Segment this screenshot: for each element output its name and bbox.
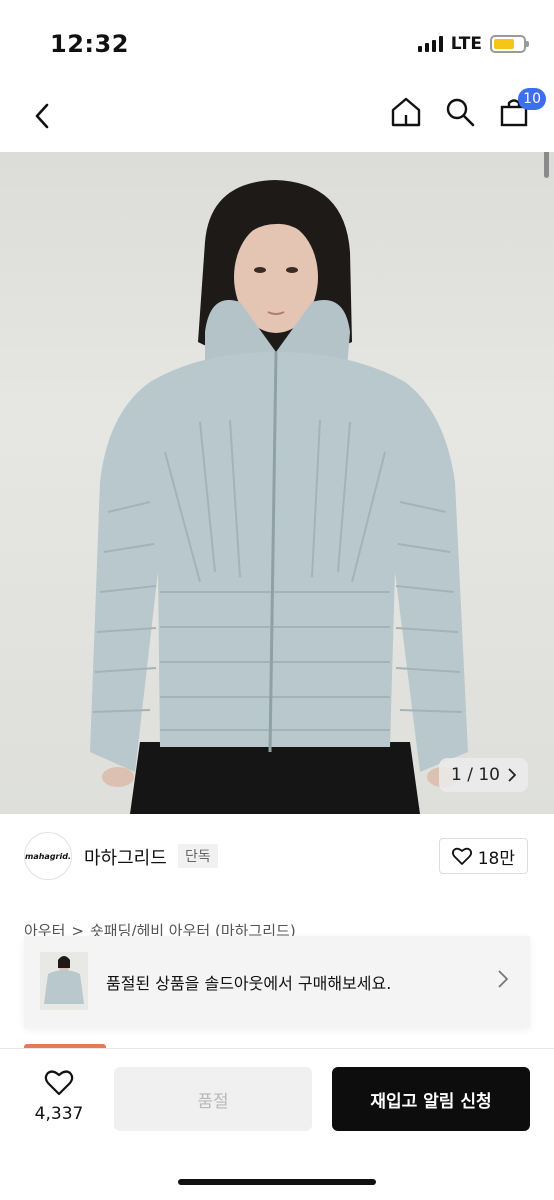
brand-name[interactable]: 마하그리드 <box>84 844 167 870</box>
search-button[interactable] <box>442 92 478 132</box>
product-image-carousel[interactable]: 1 / 10 <box>0 152 554 814</box>
brand-like-count: 18만 <box>477 848 515 869</box>
wishlist-count: 4,337 <box>34 1104 84 1124</box>
restock-alert-button[interactable]: 재입고 알림 신청 <box>332 1067 530 1131</box>
cart-count-badge: 10 <box>518 88 546 110</box>
soldout-banner[interactable]: 품절된 상품을 솔드아웃에서 구매해보세요. <box>24 936 530 1028</box>
home-indicator <box>178 1179 376 1185</box>
status-bar: 12:32 LTE <box>0 0 554 88</box>
wishlist-button[interactable]: 4,337 <box>28 1069 90 1124</box>
brand-row: mahagrid. 마하그리드 단독 18만 <box>0 814 554 902</box>
back-button[interactable] <box>24 96 60 136</box>
home-icon <box>391 97 421 127</box>
home-button[interactable] <box>388 92 424 132</box>
chevron-left-icon <box>35 103 49 129</box>
image-counter-text: 1 / 10 <box>451 765 500 785</box>
banner-text: 품절된 상품을 솔드아웃에서 구매해보세요. <box>106 974 392 993</box>
brand-like-button[interactable]: 18만 <box>438 838 528 874</box>
status-time: 12:32 <box>50 30 129 58</box>
bottom-action-bar: 4,337 품절 재입고 알림 신청 <box>0 1048 554 1200</box>
signal-icon <box>417 36 443 52</box>
chevron-right-icon <box>508 768 516 782</box>
heart-icon <box>44 1070 74 1096</box>
scroll-indicator <box>544 152 549 178</box>
brand-logo[interactable]: mahagrid. <box>24 832 72 880</box>
status-indicators: LTE <box>417 34 529 54</box>
cart-button[interactable]: 10 <box>496 88 546 132</box>
banner-thumbnail <box>40 952 88 1010</box>
battery-icon <box>490 35 529 53</box>
image-counter[interactable]: 1 / 10 <box>439 758 528 792</box>
network-label: LTE <box>450 34 482 54</box>
nav-bar: 10 <box>0 88 554 152</box>
chevron-right-icon <box>498 970 508 988</box>
brand-logo-text: mahagrid. <box>25 851 72 861</box>
heart-icon <box>451 847 472 865</box>
search-icon <box>446 98 475 127</box>
product-photo <box>90 180 468 814</box>
exclusive-badge: 단독 <box>178 844 218 868</box>
soldout-button[interactable]: 품절 <box>114 1067 312 1131</box>
